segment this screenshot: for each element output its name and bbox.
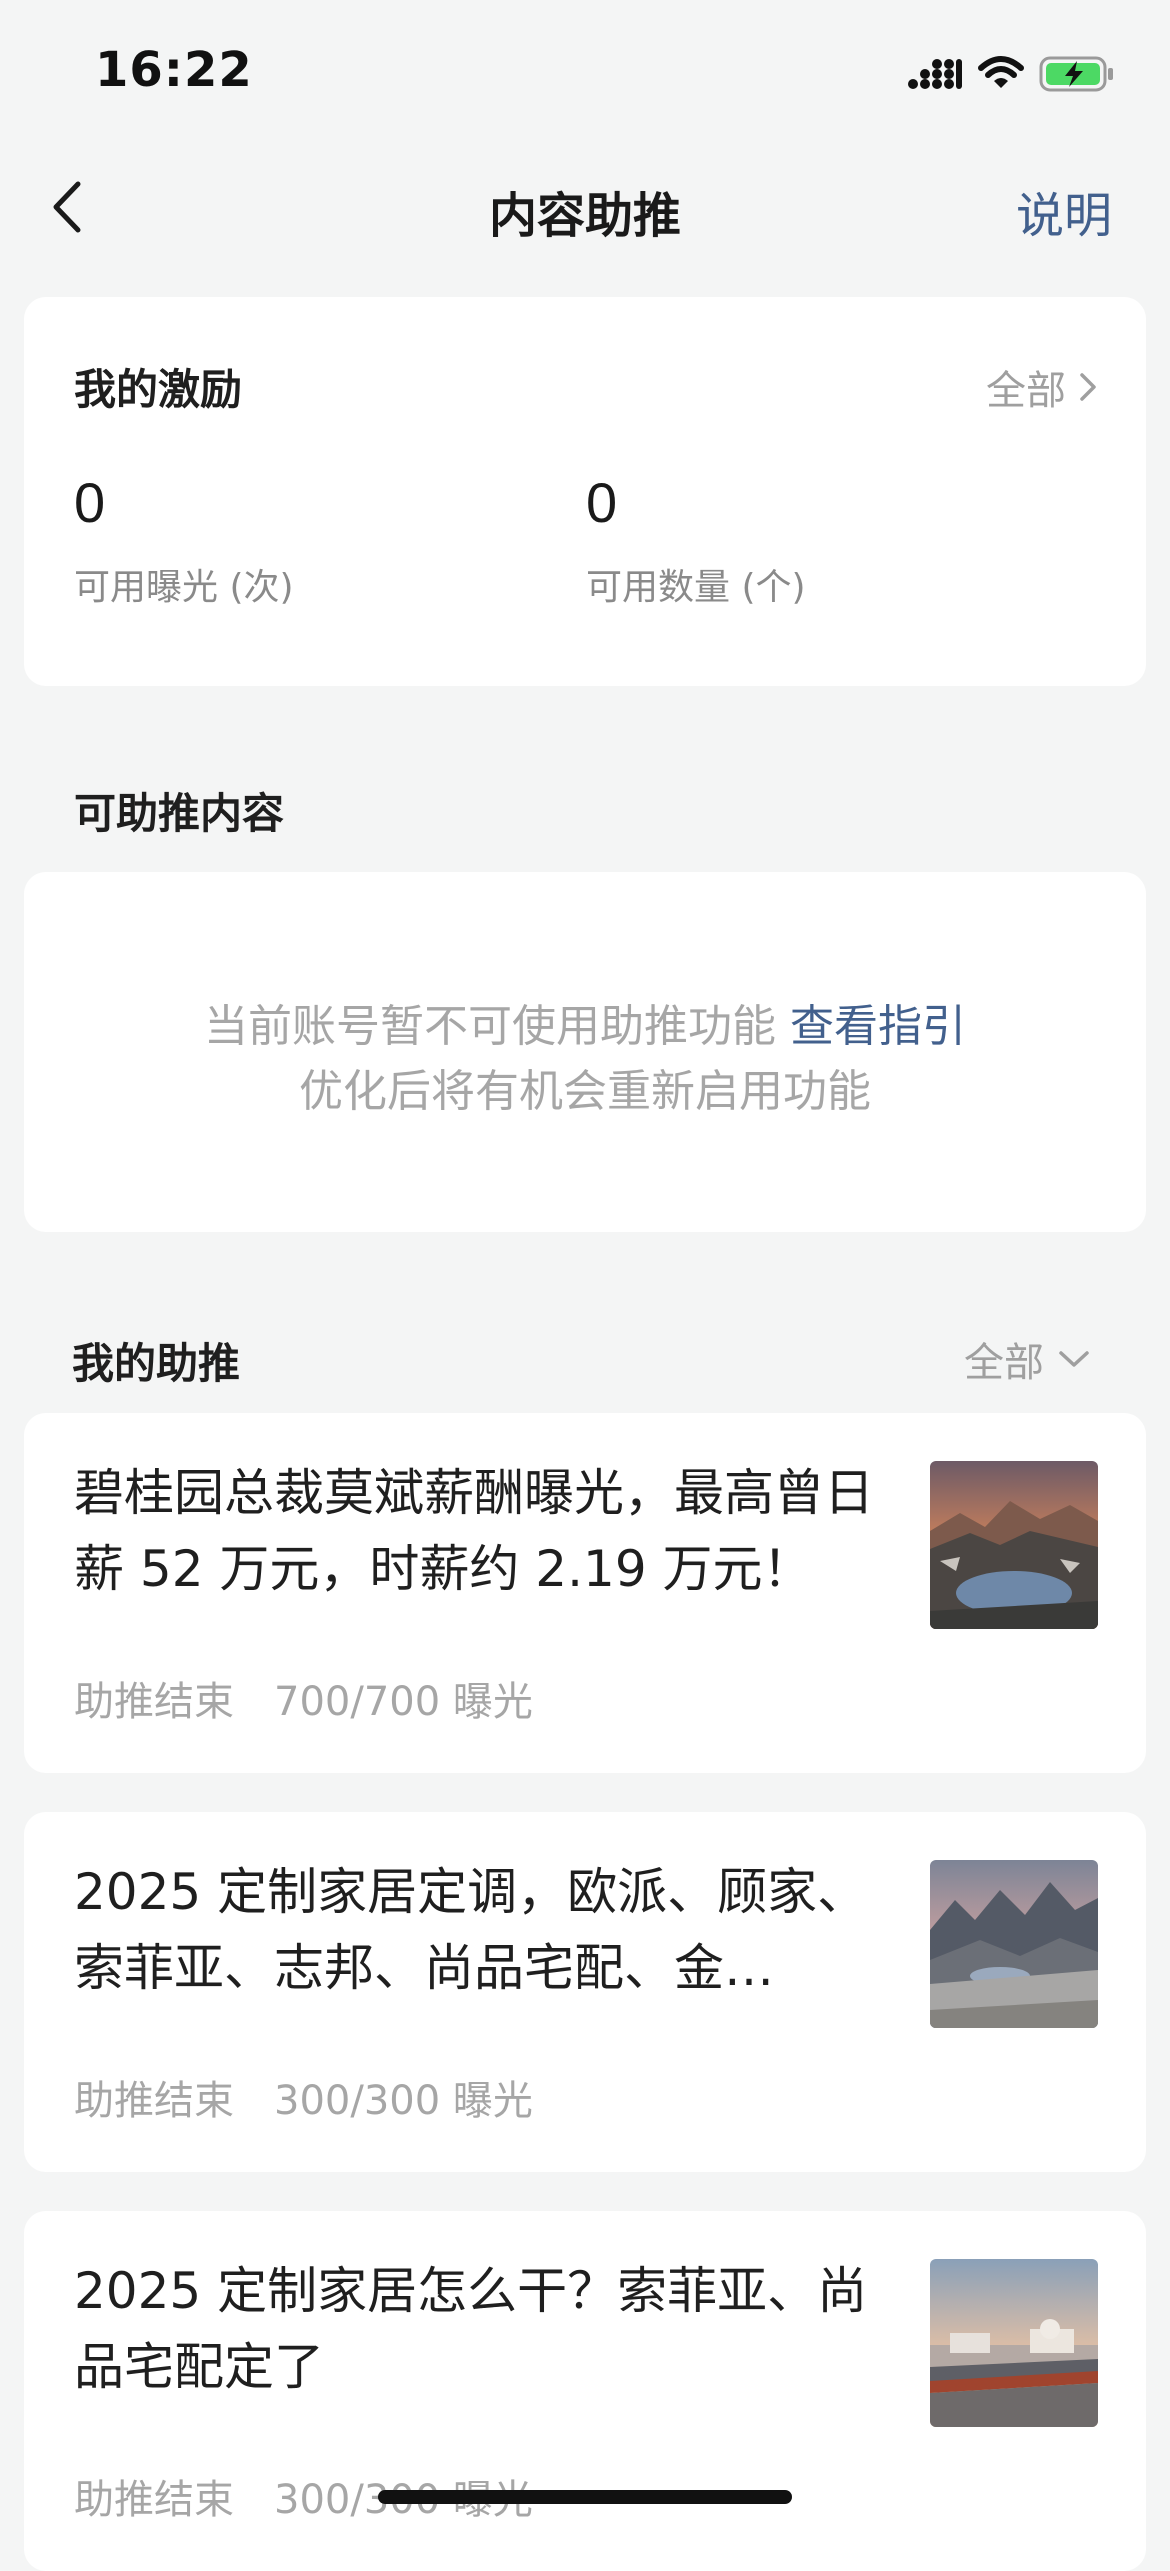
my-boosts-title: 我的助推 <box>72 1339 241 1388</box>
available-count-label: 可用数量 (个) <box>586 567 806 608</box>
boost-item[interactable]: 2025 定制家居定调，欧派、顾家、索菲亚、志邦、尚品宅配、金… 助推结束 300… <box>24 1812 1146 2172</box>
battery-charging-icon <box>1039 56 1113 92</box>
boost-item-status: 助推结束 700/700 曝光 <box>74 1669 533 1727</box>
boost-item-thumbnail <box>930 2259 1098 2427</box>
boost-item-state: 助推结束 <box>74 1679 234 1725</box>
boost-item-state: 助推结束 <box>74 2477 234 2523</box>
my-boosts-filter-label: 全部 <box>964 1340 1044 1386</box>
my-boosts-filter[interactable]: 全部 <box>964 1330 1090 1388</box>
wifi-icon <box>978 56 1024 88</box>
boost-item-title: 2025 定制家居定调，欧派、顾家、索菲亚、志邦、尚品宅配、金… <box>74 1863 868 1997</box>
signal-icon <box>908 59 962 89</box>
boost-item[interactable]: 2025 定制家居怎么干？索菲亚、尚品宅配定了 助推结束300/300 曝光 <box>24 2211 1146 2571</box>
boost-item[interactable]: 碧桂园总裁莫斌薪酬曝光，最高曾日薪 52 万元，时薪约 2.19 万元！ 助推结… <box>24 1413 1146 1773</box>
incentives-title: 我的激励 <box>74 365 243 414</box>
eligible-empty-hint: 优化后将有机会重新启用功能 <box>299 1066 871 1117</box>
boost-item-exposure: 700/700 曝光 <box>274 1679 533 1725</box>
boost-item-state: 助推结束 <box>74 2078 234 2124</box>
status-time: 16:22 <box>95 42 253 98</box>
boost-item-title: 2025 定制家居怎么干？索菲亚、尚品宅配定了 <box>74 2262 868 2396</box>
view-guide-link[interactable]: 查看指引 <box>790 1001 966 1052</box>
sunset-mountain-lake-image <box>930 1461 1098 1629</box>
boost-item-thumbnail <box>930 1860 1098 2028</box>
chevron-down-icon <box>1059 1351 1089 1367</box>
incentives-all-label: 全部 <box>986 368 1066 414</box>
page-title: 内容助推 <box>488 188 681 244</box>
boost-item-exposure: 300/300 曝光 <box>274 2078 533 2124</box>
available-exposure-label: 可用曝光 (次) <box>74 567 294 608</box>
available-count-value: 0 <box>586 471 618 534</box>
status-icons <box>907 52 1115 96</box>
help-button[interactable]: 说明 <box>1016 176 1112 246</box>
incentives-all-link[interactable]: 全部 <box>986 358 1098 416</box>
eligible-empty-message: 当前账号暂不可使用助推功能 查看指引 <box>24 990 1146 1054</box>
eligible-message-text: 当前账号暂不可使用助推功能 <box>204 1001 776 1052</box>
chevron-right-icon <box>1080 373 1096 401</box>
eligible-title: 可助推内容 <box>74 789 285 838</box>
available-exposure-value: 0 <box>74 471 106 534</box>
boost-item-status: 助推结束 300/300 曝光 <box>74 2068 533 2126</box>
boost-item-thumbnail <box>930 1461 1098 1629</box>
alpine-lake-image <box>930 1860 1098 2028</box>
boost-item-title: 碧桂园总裁莫斌薪酬曝光，最高曾日薪 52 万元，时薪约 2.19 万元！ <box>74 1464 874 1598</box>
harbor-sunset-image <box>930 2259 1098 2427</box>
home-indicator[interactable] <box>378 2490 792 2504</box>
